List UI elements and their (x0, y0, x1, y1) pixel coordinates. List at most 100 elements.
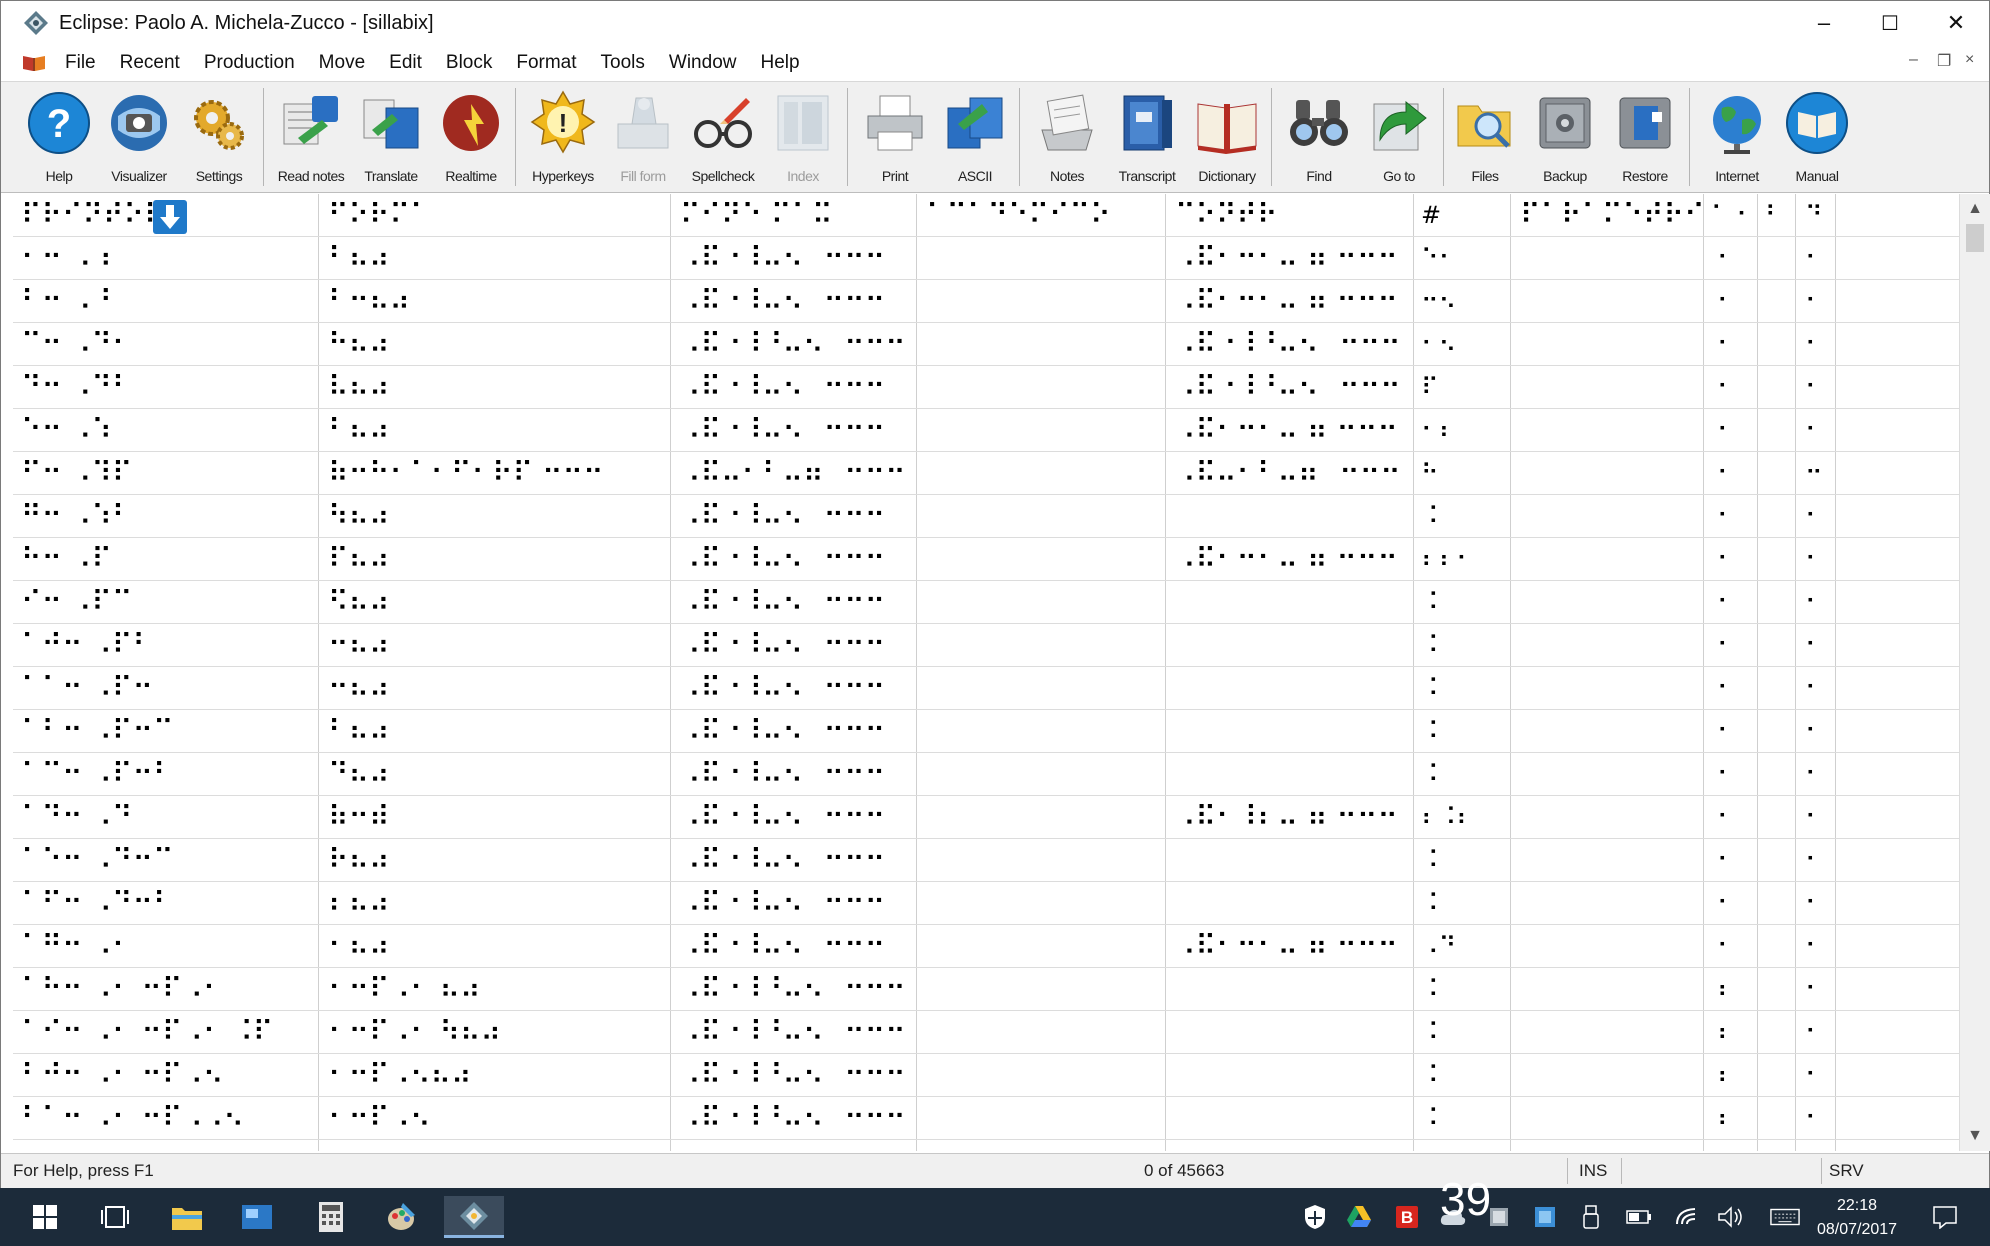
menu-help[interactable]: Help (748, 52, 811, 74)
table-cell[interactable]: ⠂ (1805, 624, 1823, 666)
google-drive-tray-button[interactable] (1344, 1202, 1374, 1232)
table-cell[interactable]: ⠗⠦⠴ (328, 839, 390, 881)
table-row[interactable]: ⠁⠚⠒ ⠠⠏⠃ ⠒⠦⠴ ⠠⠯⠐⠸⠤⠢⠀⠒⠒⠒ ⠨ ⠂ ⠂ (13, 624, 1959, 667)
table-cell[interactable]: ⠁⠋⠒ ⠠⠙⠒⠃ (21, 882, 173, 924)
table-cell[interactable]: ⠊⠒ ⠠⠏⠉ (21, 581, 132, 623)
table-cell[interactable]: ⠂⠦⠴ (328, 925, 390, 967)
table-cell[interactable]: ⠂⠒⠏⠠⠂ ⠳⠦⠴ (328, 1011, 501, 1053)
paint-button[interactable] (376, 1196, 426, 1238)
table-cell[interactable]: ⠉⠒ ⠠⠙⠂ (21, 323, 132, 365)
menu-move[interactable]: Move (307, 52, 377, 74)
realtime-button[interactable]: Realtime (431, 86, 511, 188)
table-cell[interactable]: ⠂ (1717, 409, 1735, 451)
table-cell[interactable]: ⠠⠯⠂⠒⠂⠤ ⠶ ⠒⠒⠒ (1175, 925, 1398, 967)
manual-button[interactable]: Manual (1777, 86, 1857, 188)
table-cell[interactable]: ⠆⠨⠆ (1421, 796, 1474, 838)
help-button[interactable]: ? Help (19, 86, 99, 188)
table-cell[interactable]: ⠂ (1805, 796, 1823, 838)
eclipse-taskbar-button[interactable] (444, 1196, 504, 1238)
settings-button[interactable]: Settings (179, 86, 259, 188)
table-cell[interactable]: ⠂ (1717, 710, 1735, 752)
table-cell[interactable]: ⠂ (1717, 581, 1735, 623)
b-app-tray-button[interactable]: B (1392, 1202, 1422, 1232)
sort-down-arrow-icon[interactable] (153, 200, 187, 234)
restore-button[interactable]: Restore (1605, 86, 1685, 188)
table-cell[interactable]: ⠃⠁⠒ ⠠⠂ ⠒⠏⠠⠠⠢ (21, 1097, 244, 1139)
table-cell[interactable]: ⠂ (1717, 366, 1735, 408)
network-app-tray-button[interactable] (1530, 1202, 1560, 1232)
table-cell[interactable]: ⠠⠯⠐⠸⠤⠢⠀⠒⠒⠒ (680, 710, 885, 752)
table-cell[interactable]: ⠷⠒⠓⠂⠁⠂⠋⠂⠗⠏ ⠒⠒⠒ (328, 452, 604, 494)
table-cell[interactable]: ⠠⠯⠂⠒⠂⠤ ⠶ ⠒⠒⠒ (1175, 409, 1398, 451)
dictionary-button[interactable]: Dictionary (1187, 86, 1267, 188)
photo-viewer-button[interactable] (232, 1196, 282, 1238)
vertical-scrollbar[interactable]: ▲ ▼ (1959, 194, 1990, 1151)
table-cell[interactable]: ⠒⠦⠴ (328, 624, 390, 666)
files-button[interactable]: Files (1445, 86, 1525, 188)
grid-header-cell[interactable]: ⠏⠗⠊⠝⠞⠕⠗ (21, 194, 165, 236)
table-cell[interactable]: ⠂⠒⠏⠠⠢ (328, 1097, 431, 1139)
grid-header-cell[interactable]: ⠏⠁⠗⠁⠍⠑⠞⠗⠊ (1520, 194, 1705, 236)
table-cell[interactable]: ⠁⠑⠒ ⠠⠙⠒⠉ (21, 839, 173, 881)
table-cell[interactable]: ⠠⠯⠐⠸⠘⠤⠢⠀⠒⠒⠒ (680, 323, 906, 365)
table-cell[interactable]: ⠃⠚⠒ ⠠⠂ ⠒⠏⠠⠢ (21, 1054, 223, 1096)
table-cell[interactable]: ⠂ (1805, 366, 1823, 408)
table-cell[interactable]: ⠂ (1805, 1097, 1823, 1139)
table-cell[interactable]: ⠂ (1717, 495, 1735, 537)
table-cell[interactable]: ⠠⠯⠐⠸⠤⠢⠀⠒⠒⠒ (680, 925, 885, 967)
document-book-icon[interactable] (21, 53, 47, 73)
table-cell[interactable]: ⠁⠉⠒ ⠠⠏⠒⠃ (21, 753, 173, 795)
table-row[interactable]: ⠁⠉⠒ ⠠⠏⠒⠃ ⠙⠦⠴ ⠠⠯⠐⠸⠤⠢⠀⠒⠒⠒ ⠨ ⠂ ⠂ (13, 753, 1959, 796)
table-cell[interactable]: ⠠⠯⠂⠸⠆⠤ ⠶ ⠒⠒⠒ (1175, 796, 1398, 838)
table-cell[interactable]: ⠨ (1421, 968, 1439, 1010)
table-cell[interactable]: ⠂ (1805, 968, 1823, 1010)
usb-tray-button[interactable] (1576, 1202, 1606, 1232)
table-cell[interactable]: ⠧⠦⠴ (328, 366, 390, 408)
internet-button[interactable]: Internet (1697, 86, 1777, 188)
visualizer-button[interactable]: Visualizer (99, 86, 179, 188)
table-cell[interactable]: ⠃⠦⠴ (328, 409, 390, 451)
menu-file[interactable]: File (53, 52, 108, 74)
menu-edit[interactable]: Edit (377, 52, 434, 74)
table-cell[interactable]: ⠛⠒ ⠠⠱⠃ (21, 495, 132, 537)
table-cell[interactable]: ⠂⠒⠏⠠⠢⠦⠴ (328, 1054, 472, 1096)
table-row[interactable]: ⠁⠃⠒ ⠠⠏⠒⠉ ⠃⠦⠴ ⠠⠯⠐⠸⠤⠢⠀⠒⠒⠒ ⠨ ⠂ ⠂ (13, 710, 1959, 753)
table-cell[interactable]: ⠓ (1421, 452, 1439, 494)
table-row[interactable]: ⠂⠒ ⠠⠰ ⠃⠦⠴ ⠠⠯⠐⠸⠤⠢⠀⠒⠒⠒ ⠠⠯⠂⠒⠂⠤ ⠶ ⠒⠒⠒ ⠑⠂ ⠂ ⠂ (13, 237, 1959, 280)
mdi-restore-button[interactable]: ❐ (1937, 51, 1951, 71)
scroll-thumb[interactable] (1966, 224, 1984, 252)
table-cell[interactable]: ⠂ (1717, 237, 1735, 279)
table-cell[interactable]: ⠠⠯⠐⠸⠤⠢⠀⠒⠒⠒ (680, 882, 885, 924)
table-row[interactable]: ⠁⠋⠒ ⠠⠙⠒⠃ ⠆⠦⠴ ⠠⠯⠐⠸⠤⠢⠀⠒⠒⠒ ⠨ ⠂ ⠂ (13, 882, 1959, 925)
table-row[interactable]: ⠛⠒ ⠠⠱⠃ ⠳⠦⠴ ⠠⠯⠐⠸⠤⠢⠀⠒⠒⠒ ⠨ ⠂ ⠂ (13, 495, 1959, 538)
table-cell[interactable]: ⠓⠦⠴ (328, 323, 390, 365)
table-cell[interactable]: ⠂ (1805, 1054, 1823, 1096)
table-cell[interactable]: ⠁⠊⠒ ⠠⠂ ⠒⠏⠠⠂ ⠨⠏ (21, 1011, 273, 1053)
maximize-button[interactable]: ☐ (1857, 1, 1923, 45)
table-cell[interactable]: ⠁⠚⠒ ⠠⠏⠃ (21, 624, 153, 666)
table-cell[interactable]: ⠨ (1421, 495, 1439, 537)
table-cell[interactable]: ⠂ (1717, 538, 1735, 580)
menu-recent[interactable]: Recent (108, 52, 192, 74)
table-cell[interactable]: ⠂ (1805, 925, 1823, 967)
table-cell[interactable]: ⠁⠁⠒ ⠠⠏⠒ (21, 667, 153, 709)
start-button[interactable] (20, 1196, 70, 1238)
table-cell[interactable]: ⠒ (1805, 452, 1823, 494)
table-cell[interactable]: ⠆ (1717, 1011, 1735, 1053)
ascii-button[interactable]: ASCII (935, 86, 1015, 188)
table-cell[interactable]: ⠨ (1421, 581, 1439, 623)
table-cell[interactable]: ⠂⠒ ⠠⠰ (21, 237, 112, 279)
table-row[interactable]: ⠃⠒ ⠠⠘ ⠃⠒⠦⠴ ⠠⠯⠐⠸⠤⠢⠀⠒⠒⠒ ⠠⠯⠂⠒⠂⠤ ⠶ ⠒⠒⠒ ⠒⠢ ⠂ ⠂ (13, 280, 1959, 323)
table-cell[interactable]: ⠓⠒ ⠠⠏ (21, 538, 112, 580)
table-cell[interactable]: ⠆ (1717, 1097, 1735, 1139)
table-row[interactable]: ⠃⠁⠒ ⠠⠂ ⠒⠏⠠⠠⠢ ⠂⠒⠏⠠⠢ ⠠⠯⠐⠸⠘⠤⠢⠀⠒⠒⠒ ⠨ ⠆ ⠂ (13, 1097, 1959, 1140)
table-cell[interactable]: ⠂ (1805, 280, 1823, 322)
table-cell[interactable]: ⠁⠃⠒ ⠠⠏⠒⠉ (21, 710, 173, 752)
table-cell[interactable]: ⠳⠦⠴ (328, 495, 390, 537)
table-row[interactable]: ⠁⠁⠒ ⠠⠏⠒ ⠒⠦⠴ ⠠⠯⠐⠸⠤⠢⠀⠒⠒⠒ ⠨ ⠂ ⠂ (13, 667, 1959, 710)
table-cell[interactable]: ⠠⠯⠐⠸⠤⠢⠀⠒⠒⠒ (680, 409, 885, 451)
table-cell[interactable]: ⠁⠙⠒ ⠠⠙ (21, 796, 132, 838)
table-cell[interactable]: ⠨ (1421, 753, 1439, 795)
table-cell[interactable]: ⠠⠯⠐⠸⠘⠤⠢⠀⠒⠒⠒ (1175, 323, 1401, 365)
table-cell[interactable]: ⠂ (1805, 710, 1823, 752)
